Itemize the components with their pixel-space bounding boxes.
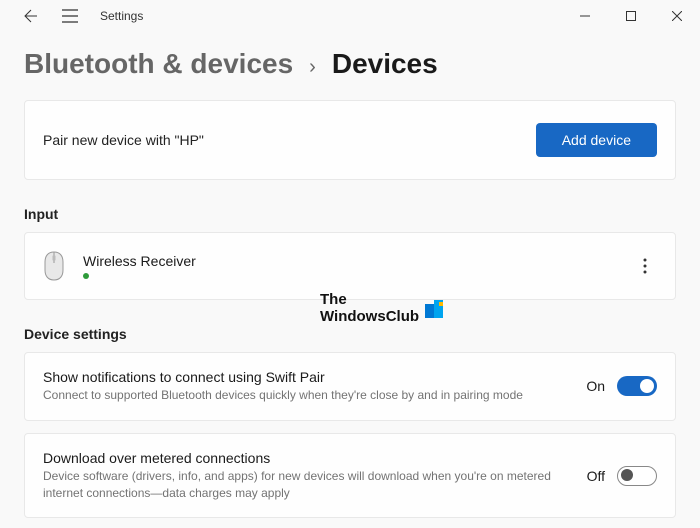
- device-more-button[interactable]: [633, 254, 657, 278]
- setting-text: Download over metered connections Device…: [43, 450, 587, 502]
- mouse-icon: [43, 251, 65, 281]
- setting-desc: Connect to supported Bluetooth devices q…: [43, 387, 566, 404]
- content-area: Bluetooth & devices › Devices Pair new d…: [0, 48, 700, 518]
- hamburger-menu-icon[interactable]: [60, 6, 80, 26]
- setting-title: Download over metered connections: [43, 450, 567, 466]
- toggle-label: On: [586, 378, 605, 394]
- device-info: Wireless Receiver: [83, 253, 196, 279]
- titlebar: Settings: [0, 0, 700, 32]
- toggle-group: Off: [587, 466, 657, 486]
- breadcrumb-separator: ›: [309, 56, 316, 79]
- app-title: Settings: [100, 9, 143, 23]
- device-card[interactable]: Wireless Receiver: [24, 232, 676, 300]
- setting-text: Show notifications to connect using Swif…: [43, 369, 586, 404]
- metered-setting: Download over metered connections Device…: [24, 433, 676, 519]
- back-button[interactable]: [20, 6, 40, 26]
- swift-pair-setting: Show notifications to connect using Swif…: [24, 352, 676, 421]
- section-label-device-settings: Device settings: [24, 326, 676, 342]
- toggle-label: Off: [587, 468, 605, 484]
- pair-device-card: Pair new device with "HP" Add device: [24, 100, 676, 180]
- toggle-group: On: [586, 376, 657, 396]
- metered-toggle[interactable]: [617, 466, 657, 486]
- window-controls: [562, 0, 700, 32]
- breadcrumb: Bluetooth & devices › Devices: [24, 48, 676, 80]
- breadcrumb-current: Devices: [332, 48, 438, 80]
- close-button[interactable]: [654, 0, 700, 32]
- device-name: Wireless Receiver: [83, 253, 196, 269]
- setting-title: Show notifications to connect using Swif…: [43, 369, 566, 385]
- minimize-button[interactable]: [562, 0, 608, 32]
- titlebar-left: Settings: [0, 6, 143, 26]
- breadcrumb-parent[interactable]: Bluetooth & devices: [24, 48, 293, 80]
- pair-device-text: Pair new device with "HP": [43, 132, 204, 148]
- swift-pair-toggle[interactable]: [617, 376, 657, 396]
- add-device-button[interactable]: Add device: [536, 123, 657, 157]
- status-indicator: [83, 273, 89, 279]
- setting-desc: Device software (drivers, info, and apps…: [43, 468, 567, 502]
- maximize-button[interactable]: [608, 0, 654, 32]
- section-label-input: Input: [24, 206, 676, 222]
